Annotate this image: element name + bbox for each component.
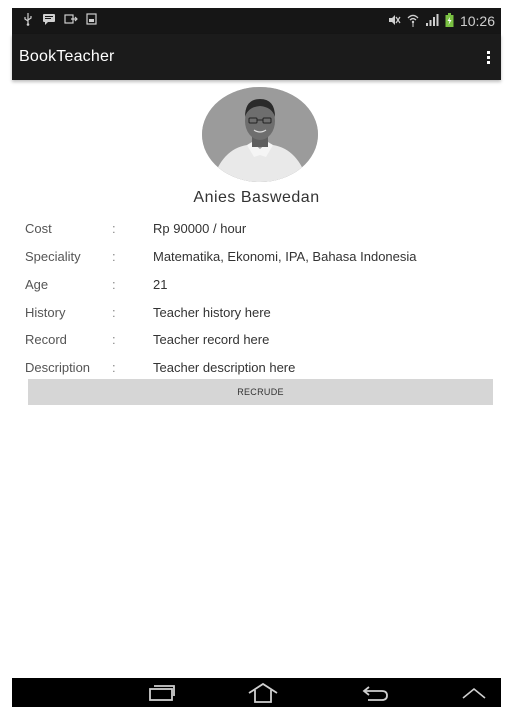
message-icon xyxy=(42,12,56,30)
info-label: Age xyxy=(25,277,49,292)
info-value: Teacher record here xyxy=(153,332,270,347)
overflow-menu-button[interactable] xyxy=(475,34,501,80)
info-separator: : xyxy=(112,221,116,236)
overflow-menu-icon xyxy=(486,50,490,64)
info-row-speciality: Speciality : Matematika, Ekonomi, IPA, B… xyxy=(12,249,501,271)
info-label: Record xyxy=(25,332,67,347)
info-value: 21 xyxy=(153,277,168,292)
info-row-history: History : Teacher history here xyxy=(12,305,501,327)
info-row-cost: Cost : Rp 90000 / hour xyxy=(12,221,501,243)
info-row-record: Record : Teacher record here xyxy=(12,332,501,354)
teacher-name: Anies Baswedan xyxy=(193,189,320,206)
wifi-icon xyxy=(407,13,419,30)
menu-up-button[interactable] xyxy=(452,678,496,707)
home-button[interactable] xyxy=(238,678,288,707)
info-separator: : xyxy=(112,360,116,375)
info-separator: : xyxy=(112,332,116,347)
info-label: Description xyxy=(25,360,91,375)
back-icon xyxy=(362,685,388,701)
info-value: Teacher history here xyxy=(153,305,271,320)
status-icons-right: 10:26 xyxy=(387,12,501,30)
recent-apps-icon xyxy=(149,684,175,701)
app-screen: 10:26 BookTeacher Anies Baswedan Cost: … xyxy=(12,8,501,707)
status-bar: 10:26 xyxy=(12,8,501,34)
info-separator: : xyxy=(112,249,116,264)
info-separator: : xyxy=(112,305,116,320)
info-value: Rp 90000 / hour xyxy=(153,221,247,236)
info-label: Cost xyxy=(25,221,52,236)
recent-apps-button[interactable] xyxy=(137,678,187,707)
signal-icon xyxy=(425,13,439,29)
teacher-avatar xyxy=(202,87,318,182)
app-bar: BookTeacher xyxy=(12,34,501,80)
info-label: Speciality xyxy=(25,249,81,264)
recrude-button[interactable]: RECRUDE xyxy=(28,379,493,405)
status-icons-left xyxy=(12,12,97,31)
info-value: Matematika, Ekonomi, IPA, Bahasa Indones… xyxy=(153,249,417,264)
transfer-icon xyxy=(64,12,78,30)
status-time: 10:26 xyxy=(459,13,495,29)
info-separator: : xyxy=(112,277,116,292)
device-frame xyxy=(0,0,12,715)
info-value: Teacher description here xyxy=(153,360,296,375)
back-button[interactable] xyxy=(350,678,400,707)
menu-up-icon xyxy=(462,687,486,699)
navigation-bar xyxy=(12,678,501,707)
home-icon xyxy=(248,682,278,703)
info-row-age: Age : 21 xyxy=(12,277,501,299)
info-label: History xyxy=(25,305,66,320)
battery-icon xyxy=(445,12,454,30)
usb-icon xyxy=(22,12,34,31)
mute-icon xyxy=(387,13,401,29)
gallery-icon xyxy=(86,12,97,30)
app-title: BookTeacher xyxy=(19,48,115,65)
